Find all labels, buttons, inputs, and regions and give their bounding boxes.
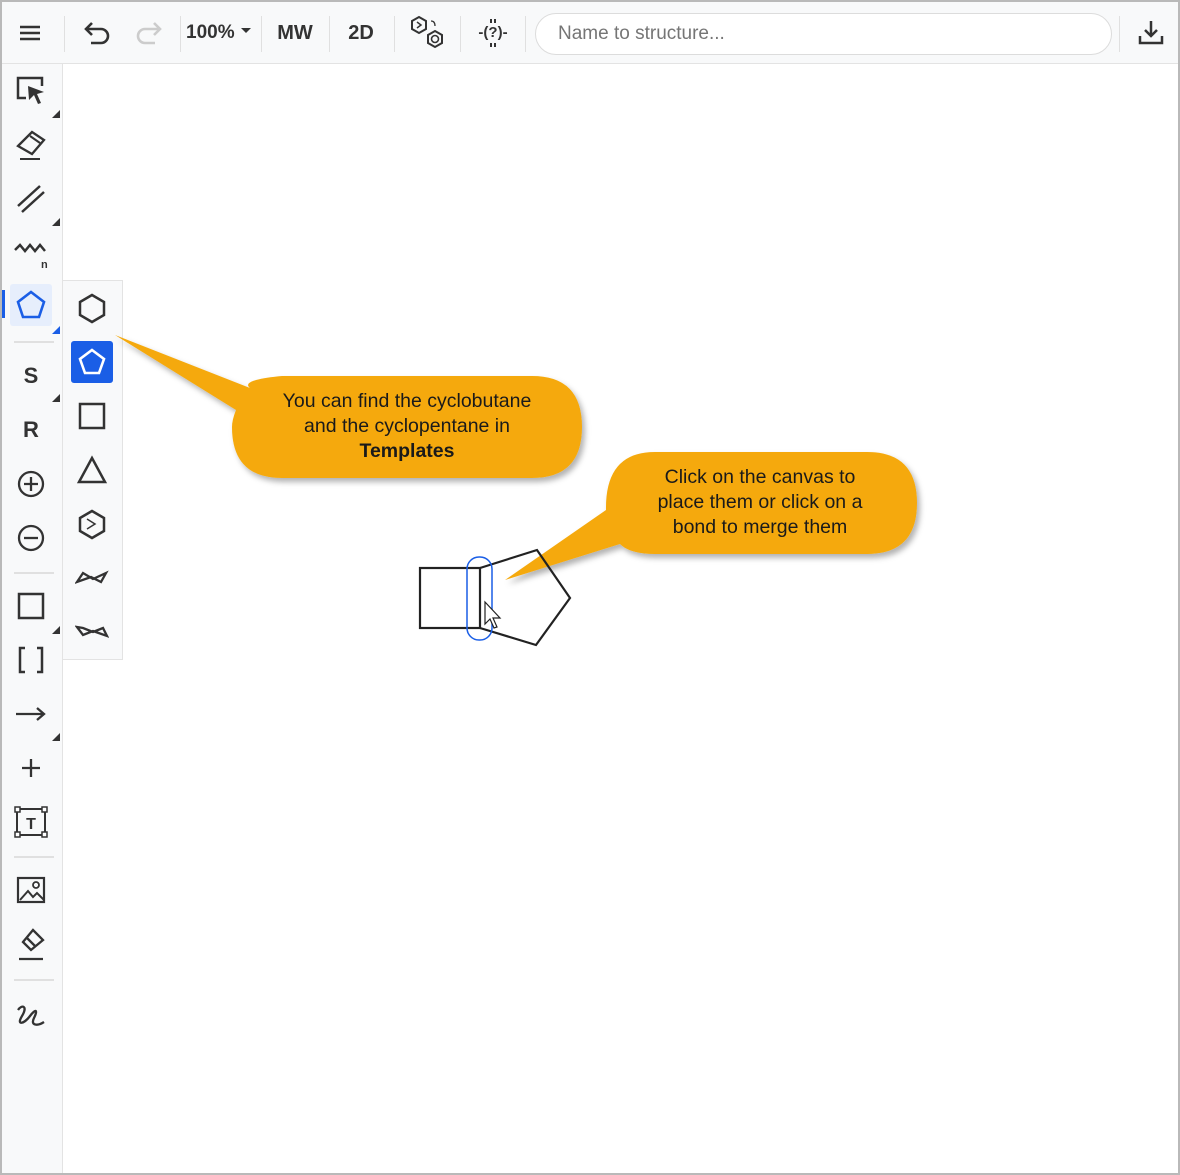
callout-templates-text: You can find the cyclobutane and the cycl… <box>282 390 532 462</box>
callout-merge-text: Click on the canvas to place them or clic… <box>657 466 863 538</box>
structure-cyclobutane-pentane <box>418 548 572 647</box>
canvas-overlay <box>115 335 917 647</box>
cyclobutane-ring <box>418 566 482 630</box>
cyclopentane-ring <box>479 548 572 647</box>
